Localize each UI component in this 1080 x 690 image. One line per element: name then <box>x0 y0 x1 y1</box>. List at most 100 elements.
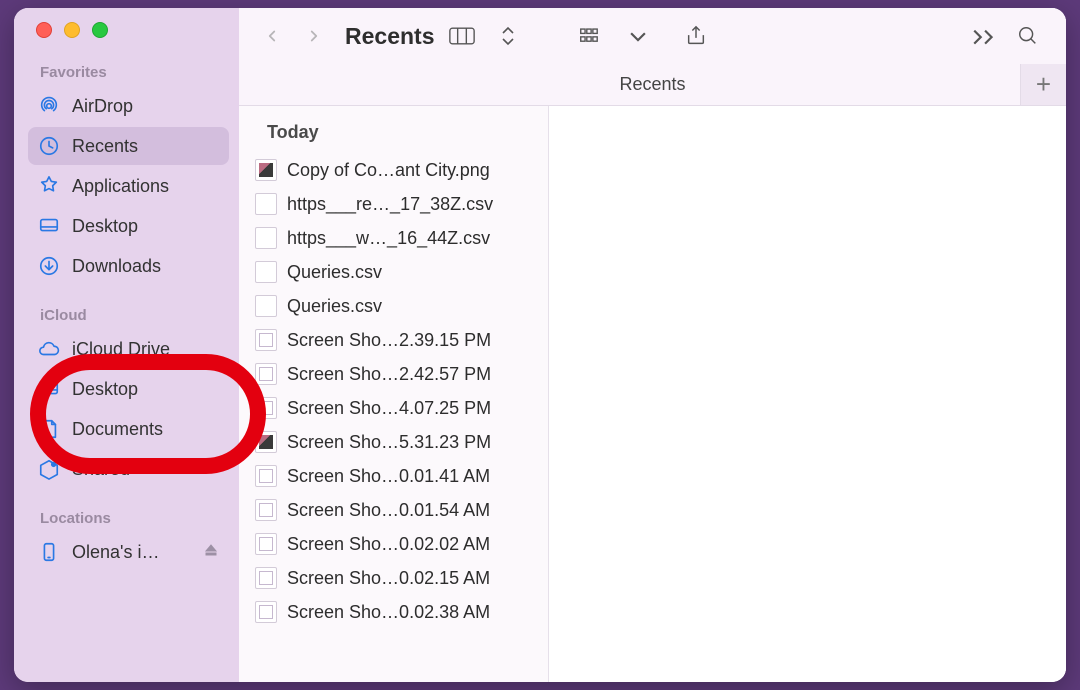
sidebar-item-label: AirDrop <box>72 96 133 117</box>
file-row[interactable]: Screen Sho…0.01.54 AM <box>239 493 548 527</box>
zoom-window-button[interactable] <box>92 22 108 38</box>
applications-icon <box>38 175 60 197</box>
file-img-icon <box>255 431 277 453</box>
file-name-label: Screen Sho…0.02.38 AM <box>287 602 538 623</box>
sidebar-item-label: Shared <box>72 459 130 480</box>
file-row[interactable]: Copy of Co…ant City.png <box>239 153 548 187</box>
file-row[interactable]: Screen Sho…4.07.25 PM <box>239 391 548 425</box>
preview-pane <box>549 106 1066 682</box>
file-row[interactable]: Screen Sho…2.42.57 PM <box>239 357 548 391</box>
file-name-label: Queries.csv <box>287 262 538 283</box>
sidebar-section-header: Favorites <box>14 58 239 85</box>
airdrop-icon <box>38 95 60 117</box>
file-name-label: https___w…_16_44Z.csv <box>287 228 538 249</box>
toolbar-overflow-button[interactable] <box>966 21 1002 51</box>
sidebar-item-icloud-drive[interactable]: iCloud Drive <box>28 330 229 368</box>
file-row[interactable]: https___re…_17_38Z.csv <box>239 187 548 221</box>
sidebar: Favorites AirDrop Recents Applications Deskt… <box>14 8 239 682</box>
file-doc-icon <box>255 227 277 249</box>
sidebar-item-olena-s-i-[interactable]: Olena's i… <box>28 533 229 571</box>
device-icon <box>38 541 60 563</box>
file-screenshot-icon <box>255 567 277 589</box>
file-screenshot-icon <box>255 329 277 351</box>
file-row[interactable]: Queries.csv <box>239 255 548 289</box>
toolbar: Recents <box>239 8 1066 64</box>
search-button[interactable] <box>1010 21 1046 51</box>
file-row[interactable]: Screen Sho…2.39.15 PM <box>239 323 548 357</box>
sidebar-item-documents[interactable]: Documents <box>28 410 229 448</box>
sidebar-item-desktop[interactable]: Desktop <box>28 207 229 245</box>
sidebar-section-header: iCloud <box>14 301 239 328</box>
file-name-label: Copy of Co…ant City.png <box>287 160 538 181</box>
file-row[interactable]: Screen Sho…0.02.15 AM <box>239 561 548 595</box>
file-list-column[interactable]: Today Copy of Co…ant City.png https___re…… <box>239 106 549 682</box>
sidebar-item-desktop[interactable]: Desktop <box>28 370 229 408</box>
file-group-header: Today <box>239 112 548 153</box>
file-row[interactable]: Screen Sho…0.01.41 AM <box>239 459 548 493</box>
file-row[interactable]: Screen Sho…0.02.02 AM <box>239 527 548 561</box>
nav-back-button[interactable] <box>255 19 289 53</box>
desktop-icon <box>38 215 60 237</box>
close-window-button[interactable] <box>36 22 52 38</box>
sidebar-item-applications[interactable]: Applications <box>28 167 229 205</box>
view-controls <box>442 21 526 51</box>
sidebar-item-label: Downloads <box>72 256 161 277</box>
file-name-label: Screen Sho…5.31.23 PM <box>287 432 538 453</box>
tab-title[interactable]: Recents <box>619 74 685 95</box>
sidebar-item-shared[interactable]: Shared <box>28 450 229 488</box>
file-name-label: Screen Sho…2.42.57 PM <box>287 364 538 385</box>
file-screenshot-icon <box>255 465 277 487</box>
file-doc-icon <box>255 261 277 283</box>
file-screenshot-icon <box>255 363 277 385</box>
file-screenshot-icon <box>255 601 277 623</box>
file-doc-icon <box>255 295 277 317</box>
new-tab-button[interactable]: + <box>1020 64 1066 105</box>
file-name-label: https___re…_17_38Z.csv <box>287 194 538 215</box>
file-name-label: Screen Sho…0.02.02 AM <box>287 534 538 555</box>
file-screenshot-icon <box>255 499 277 521</box>
file-row[interactable]: Screen Sho…5.31.23 PM <box>239 425 548 459</box>
eject-icon[interactable] <box>203 542 219 563</box>
main-pane: Recents <box>239 8 1066 682</box>
file-row[interactable]: Screen Sho…0.02.38 AM <box>239 595 548 629</box>
group-by-button[interactable] <box>572 21 612 51</box>
file-row[interactable]: https___w…_16_44Z.csv <box>239 221 548 255</box>
sidebar-item-downloads[interactable]: Downloads <box>28 247 229 285</box>
file-img-icon <box>255 159 277 181</box>
document-icon <box>38 418 60 440</box>
sidebar-item-label: Olena's i… <box>72 542 159 563</box>
group-by-chevron-icon[interactable] <box>620 21 656 51</box>
downloads-icon <box>38 255 60 277</box>
sidebar-item-recents[interactable]: Recents <box>28 127 229 165</box>
sidebar-item-airdrop[interactable]: AirDrop <box>28 87 229 125</box>
view-as-columns-button[interactable] <box>442 21 482 51</box>
file-doc-icon <box>255 193 277 215</box>
sidebar-item-label: Recents <box>72 136 138 157</box>
icloud-icon <box>38 338 60 360</box>
sidebar-item-label: iCloud Drive <box>72 339 170 360</box>
desktop-icon <box>38 378 60 400</box>
sidebar-item-label: Documents <box>72 419 163 440</box>
file-name-label: Screen Sho…0.02.15 AM <box>287 568 538 589</box>
file-name-label: Screen Sho…0.01.41 AM <box>287 466 538 487</box>
window-title: Recents <box>345 23 434 50</box>
recents-icon <box>38 135 60 157</box>
share-button[interactable] <box>678 21 714 51</box>
tab-bar: Recents + <box>239 64 1066 106</box>
sidebar-item-label: Applications <box>72 176 169 197</box>
file-row[interactable]: Queries.csv <box>239 289 548 323</box>
sidebar-item-label: Desktop <box>72 216 138 237</box>
nav-forward-button[interactable] <box>297 19 331 53</box>
sidebar-section-header: Locations <box>14 504 239 531</box>
file-name-label: Screen Sho…4.07.25 PM <box>287 398 538 419</box>
file-name-label: Screen Sho…2.39.15 PM <box>287 330 538 351</box>
minimize-window-button[interactable] <box>64 22 80 38</box>
group-controls <box>572 21 656 51</box>
shared-icon <box>38 458 60 480</box>
sidebar-item-label: Desktop <box>72 379 138 400</box>
view-options-stepper[interactable] <box>490 21 526 51</box>
file-name-label: Queries.csv <box>287 296 538 317</box>
file-screenshot-icon <box>255 533 277 555</box>
window-controls <box>14 22 239 58</box>
finder-window: Favorites AirDrop Recents Applications Deskt… <box>14 8 1066 682</box>
